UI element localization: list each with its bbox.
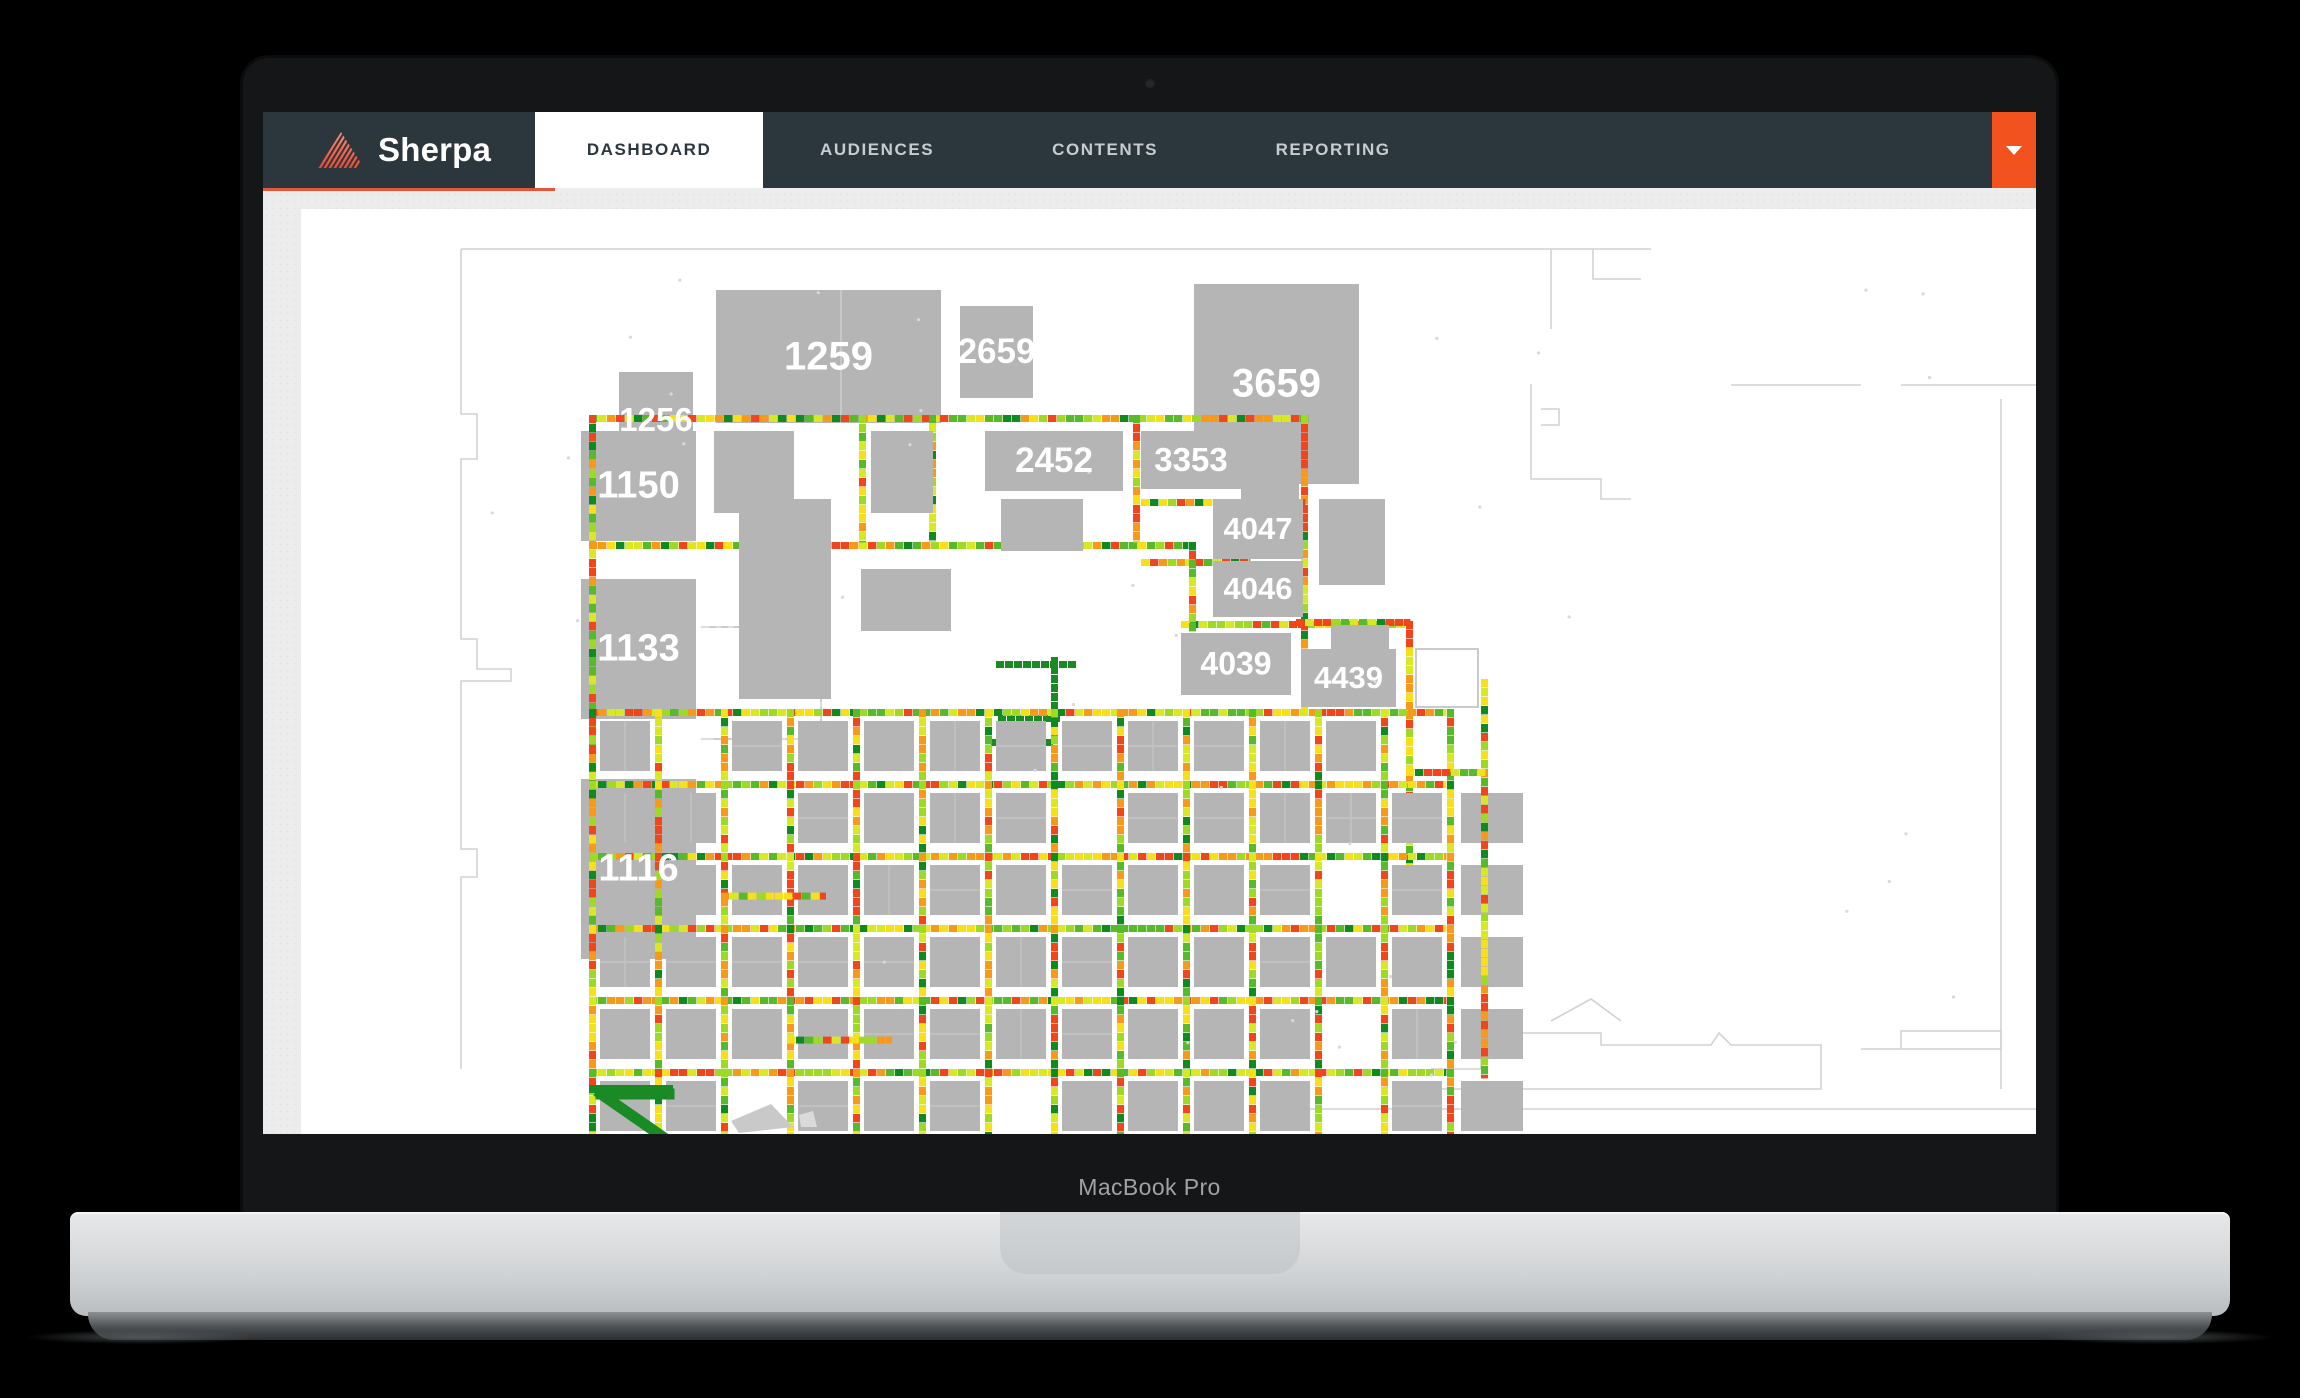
laptop-base: [28, 1212, 2272, 1344]
tab-dashboard-label: DASHBOARD: [586, 140, 712, 159]
laptop-base-front-edge: [88, 1312, 2212, 1340]
screenshot-root: Sherpa DASHBOARD AUDIENCES CONTENTS REPO…: [0, 0, 2300, 1398]
brand-name: Sherpa: [378, 131, 492, 168]
tab-reporting-label: REPORTING: [1275, 140, 1391, 159]
tab-contents-label: CONTENTS: [1052, 140, 1159, 159]
brand-logo[interactable]: Sherpa: [263, 112, 535, 188]
floorplan-canvas[interactable]: 1256 1259 2659 3659 1150 2452 3353 4047 4046 1133…: [301, 209, 2036, 1134]
laptop-base-notch: [1000, 1212, 1300, 1274]
navbar-spacer: [1447, 112, 1992, 188]
floorplan-heatmap-svg: [460, 248, 2036, 1134]
chevron-down-icon: [2006, 146, 2022, 155]
top-navbar: Sherpa DASHBOARD AUDIENCES CONTENTS REPO…: [263, 112, 2036, 188]
tab-audiences-label: AUDIENCES: [820, 140, 935, 159]
laptop-shadow-left: [28, 1330, 258, 1344]
laptop-lid: Sherpa DASHBOARD AUDIENCES CONTENTS REPO…: [243, 58, 2056, 1225]
laptop-base-top: [70, 1212, 2230, 1316]
sherpa-mountain-logo-icon: [318, 132, 364, 168]
device-model-label: MacBook Pro: [1078, 1174, 1221, 1200]
tab-dashboard[interactable]: DASHBOARD: [535, 112, 764, 188]
tab-reporting[interactable]: REPORTING: [1219, 112, 1447, 188]
tab-contents[interactable]: CONTENTS: [991, 112, 1219, 188]
tab-audiences[interactable]: AUDIENCES: [763, 112, 991, 188]
nav-menu-button[interactable]: [1992, 112, 2036, 188]
laptop-shadow-right: [2042, 1330, 2272, 1344]
sherpa-web-app: Sherpa DASHBOARD AUDIENCES CONTENTS REPO…: [263, 112, 2036, 1134]
webcam-icon: [1144, 78, 1155, 89]
dashboard-content: 1256 1259 2659 3659 1150 2452 3353 4047 4046 1133…: [263, 191, 2036, 1134]
laptop-screen: Sherpa DASHBOARD AUDIENCES CONTENTS REPO…: [263, 112, 2036, 1134]
